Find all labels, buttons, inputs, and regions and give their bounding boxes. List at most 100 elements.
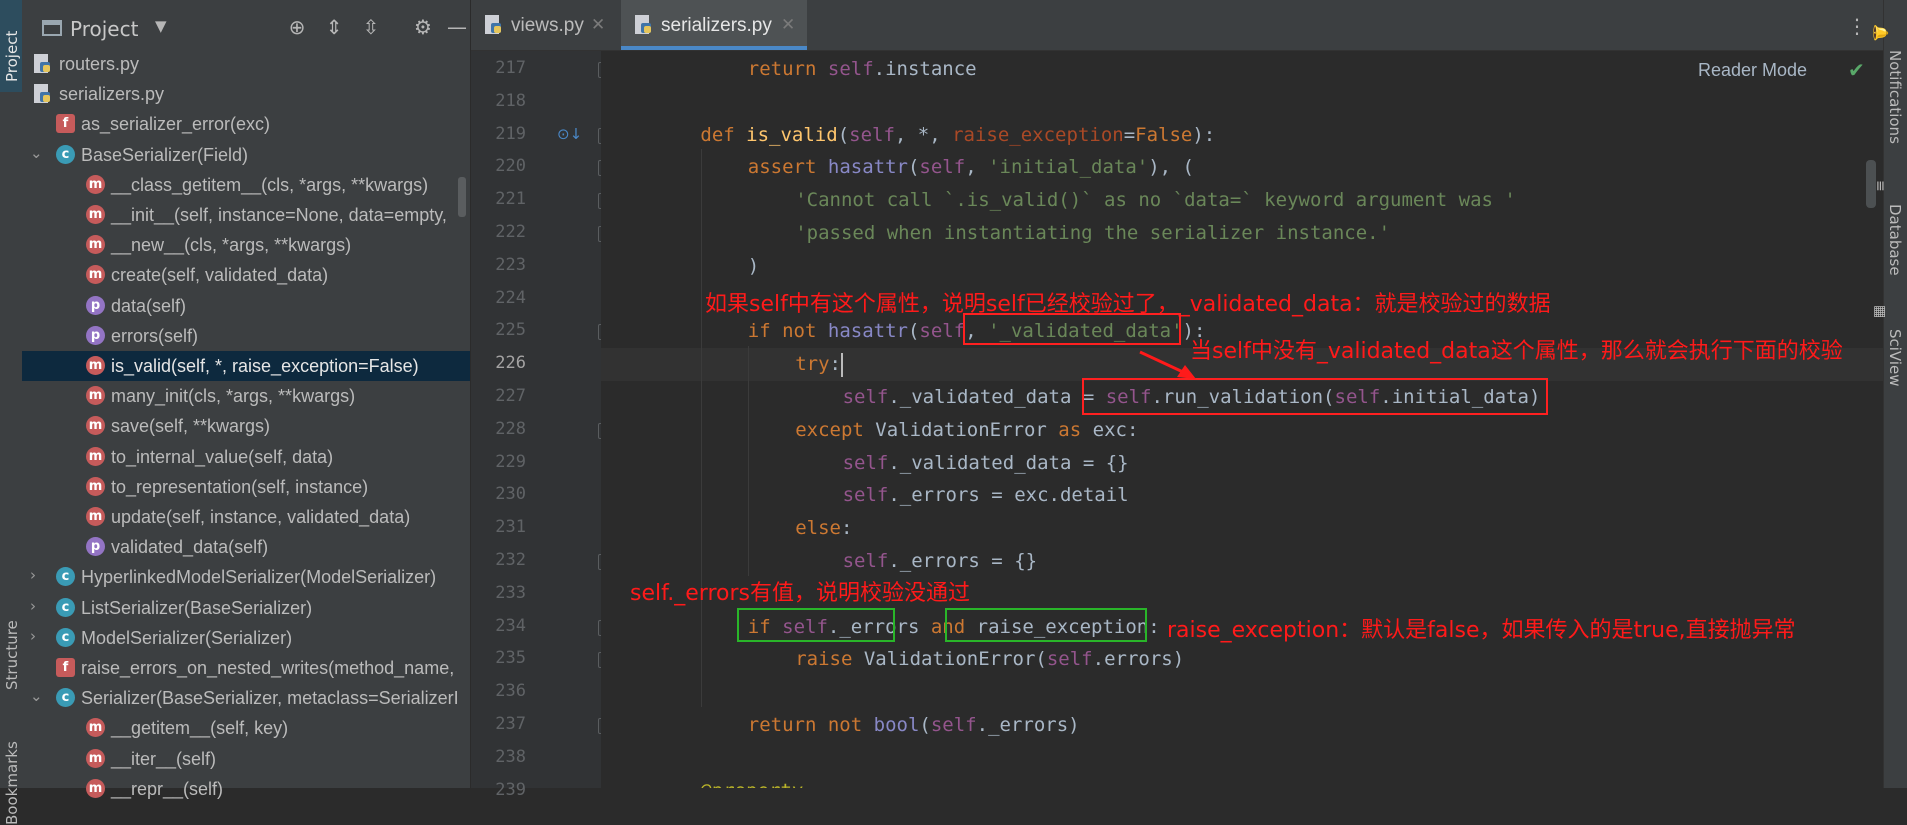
method-icon: m	[86, 446, 105, 466]
code-line[interactable]: except ValidationError as exc:	[601, 414, 1883, 447]
tree-item[interactable]: m create(self, validated_data)	[22, 260, 470, 290]
tab-database-tool[interactable]: ≡ Database	[1872, 180, 1907, 290]
tree-item-label: __new__(cls, *args, **kwargs)	[111, 235, 352, 256]
chevron-right-icon[interactable]: ›	[30, 627, 46, 647]
tree-item[interactable]: m __class_getitem__(cls, *args, **kwargs)	[22, 170, 470, 200]
minimize-icon[interactable]: —	[444, 14, 470, 40]
tree-item[interactable]: › c HyperlinkedModelSerializer(ModelSerial…	[22, 562, 470, 592]
line-number: 229	[495, 451, 526, 472]
gear-icon[interactable]: ⚙	[410, 14, 436, 40]
chevron-down-icon[interactable]: ⌄	[30, 144, 46, 164]
tool-tab-label: SciView	[1886, 329, 1904, 387]
method-icon: m	[86, 416, 105, 436]
override-icon[interactable]: ⊙↓	[557, 125, 582, 143]
tree-item[interactable]: m __getitem__(self, key)	[22, 713, 470, 743]
more-options-icon[interactable]: ⋮	[1847, 14, 1867, 38]
chevron-down-icon[interactable]: ⌄	[30, 687, 46, 707]
tool-tab-label: Structure	[3, 620, 21, 690]
close-icon[interactable]: ✕	[781, 15, 795, 35]
code-line[interactable]: raise ValidationError(self.errors)	[601, 643, 1883, 676]
tree-item[interactable]: m __repr__(self)	[22, 774, 470, 804]
tree-item[interactable]: f raise_errors_on_nested_writes(method_na…	[22, 653, 470, 683]
tree-item[interactable]: p data(self)	[22, 291, 470, 321]
tree-item-label: save(self, **kwargs)	[111, 416, 271, 437]
chevron-right-icon[interactable]: ›	[30, 566, 46, 586]
tree-item[interactable]: m __new__(cls, *args, **kwargs)	[22, 230, 470, 260]
tree-item-label: data(self)	[111, 295, 187, 316]
class-icon: c	[56, 144, 75, 164]
tab-project-tool[interactable]: Project	[0, 0, 22, 92]
class-icon: c	[56, 597, 75, 617]
class-icon: c	[56, 567, 75, 587]
method-icon: m	[86, 476, 105, 496]
tab-bookmarks-tool[interactable]: Bookmarks	[0, 725, 22, 825]
line-number: 238	[495, 746, 526, 767]
code-line[interactable]: assert hasattr(self, 'initial_data'), (	[601, 151, 1883, 184]
chevron-down-icon[interactable]: ▼	[155, 17, 167, 35]
code-line[interactable]: def is_valid(self, *, raise_exception=Fa…	[601, 119, 1883, 152]
tab-views-py[interactable]: views.py ✕	[471, 0, 616, 50]
code-line[interactable]: 'Cannot call `.is_valid()` as no `data=`…	[601, 184, 1883, 217]
tree-item[interactable]: m __iter__(self)	[22, 744, 470, 774]
tree-item[interactable]: m is_valid(self, *, raise_exception=False…	[22, 351, 470, 381]
tree-item[interactable]: routers.py	[22, 49, 470, 79]
tree-item[interactable]: m __init__(self, instance=None, data=empt…	[22, 200, 470, 230]
method-icon: m	[86, 356, 105, 375]
tree-item-label: __iter__(self)	[111, 748, 217, 769]
tree-item[interactable]: p validated_data(self)	[22, 532, 470, 562]
highlight-box-raise-exception	[945, 608, 1147, 642]
tree-item[interactable]: m to_internal_value(self, data)	[22, 442, 470, 472]
code-line[interactable]	[601, 86, 1883, 119]
tree-item[interactable]: › c ModelSerializer(Serializer)	[22, 623, 470, 653]
tree-item[interactable]: m update(self, instance, validated_data)	[22, 502, 470, 532]
code-line[interactable]: 'passed when instantiating the serialize…	[601, 217, 1883, 250]
method-icon: m	[86, 265, 105, 285]
tool-tab-label: Bookmarks	[3, 741, 21, 825]
project-panel-title[interactable]: Project	[70, 17, 138, 41]
collapse-all-icon[interactable]: ⇳	[358, 14, 384, 40]
code-editor[interactable]: return self.instance def is_valid(self, *…	[601, 51, 1883, 788]
function-icon: f	[56, 114, 75, 134]
indent-guide	[748, 346, 749, 576]
tree-item-label: raise_errors_on_nested_writes(method_nam…	[81, 658, 455, 678]
code-line[interactable]	[601, 742, 1883, 775]
code-line[interactable]: self._errors = {}	[601, 545, 1883, 578]
code-line[interactable]: return not bool(self._errors)	[601, 709, 1883, 742]
highlight-box-self-errors	[737, 608, 895, 642]
tree-item-label: as_serializer_error(exc)	[81, 114, 271, 135]
code-line[interactable]: return self.instance	[601, 53, 1883, 86]
tab-notifications-tool[interactable]: 🔔 Notifications	[1872, 18, 1907, 158]
code-line[interactable]	[601, 676, 1883, 709]
code-line[interactable]: self._validated_data = {}	[601, 447, 1883, 480]
chevron-right-icon[interactable]: ›	[30, 597, 46, 617]
tree-item-label: BaseSerializer(Field)	[81, 144, 249, 165]
tab-structure-tool[interactable]: Structure	[0, 590, 22, 700]
project-scrollbar[interactable]	[458, 177, 466, 217]
code-line[interactable]: @property	[601, 775, 1883, 788]
crosshair-icon[interactable]: ⊕	[284, 14, 310, 40]
line-number: 217	[495, 58, 526, 78]
code-line[interactable]: )	[601, 250, 1883, 283]
tree-item[interactable]: m save(self, **kwargs)	[22, 411, 470, 441]
tree-item[interactable]: m many_init(cls, *args, **kwargs)	[22, 381, 470, 411]
annotation-raise-exception-note: raise_exception：默认是false，如果传入的是true,直接抛异…	[1167, 618, 1796, 643]
tree-item-label: to_representation(self, instance)	[111, 476, 369, 497]
tab-serializers-py[interactable]: serializers.py ✕	[621, 0, 807, 50]
tree-item[interactable]: ⌄ c Serializer(BaseSerializer, metaclass=S…	[22, 683, 470, 713]
tool-tab-label: Project	[3, 30, 21, 82]
code-line[interactable]: else:	[601, 512, 1883, 545]
code-line[interactable]: self._errors = exc.detail	[601, 479, 1883, 512]
tree-item-label: ListSerializer(BaseSerializer)	[81, 597, 313, 618]
highlight-box-validated-data	[963, 313, 1181, 345]
tree-item[interactable]: p errors(self)	[22, 321, 470, 351]
tree-item[interactable]: ⌄ c BaseSerializer(Field)	[22, 140, 470, 170]
tree-item[interactable]: f as_serializer_error(exc)	[22, 109, 470, 139]
tab-sciview-tool[interactable]: ▦ SciView	[1872, 305, 1907, 395]
tree-item[interactable]: serializers.py	[22, 79, 470, 109]
expand-all-icon[interactable]: ⇕	[321, 14, 347, 40]
close-icon[interactable]: ✕	[591, 15, 605, 35]
method-icon: m	[86, 507, 105, 526]
reader-mode-button[interactable]: Reader Mode	[1698, 60, 1807, 81]
tree-item[interactable]: m to_representation(self, instance)	[22, 472, 470, 502]
tree-item[interactable]: › c ListSerializer(BaseSerializer)	[22, 593, 470, 623]
